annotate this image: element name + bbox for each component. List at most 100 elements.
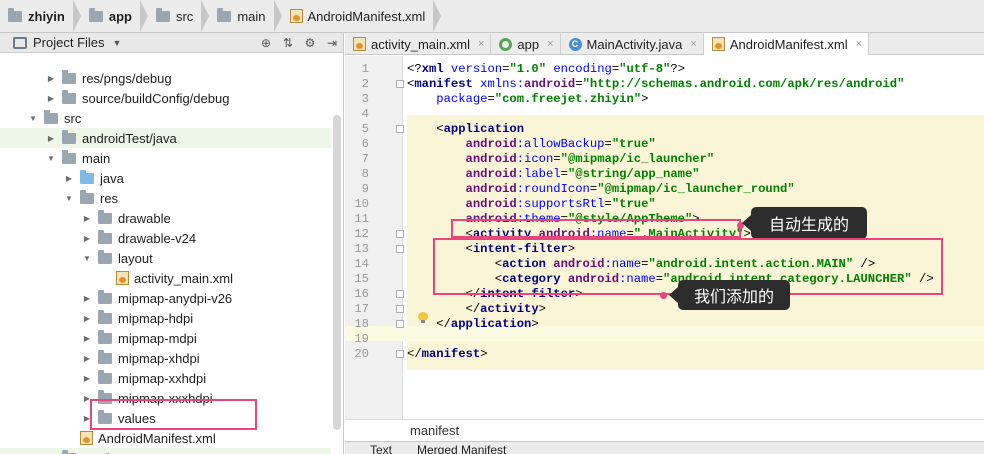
expanded-arrow-icon[interactable]: ▼ [46,154,56,163]
tab-label: AndroidManifest.xml [729,36,848,52]
line-number: 9 [361,182,369,196]
fold-marker-icon[interactable] [396,245,404,253]
tree-item[interactable]: ▼ main [0,148,331,168]
project-view-selector[interactable]: Project Files [33,35,105,50]
folder-icon [44,109,58,124]
tree-item-label: java [100,170,124,186]
close-icon[interactable]: × [547,38,553,50]
breadcrumb-project[interactable]: zhiyin [4,0,85,33]
xml-file-icon [116,271,129,285]
editor-tab[interactable]: C MainActivity.java × [561,33,704,55]
fold-marker-icon[interactable] [396,320,404,328]
fold-marker-icon[interactable] [396,305,404,313]
tree-item[interactable]: AndroidManifest.xml [0,428,331,448]
breadcrumb-label: app [108,8,132,24]
tree-scrollbar[interactable] [333,115,341,430]
editor-tab[interactable]: app × [491,33,561,55]
code-text: android:allowBackup="true" [407,137,656,152]
collapsed-arrow-icon[interactable]: ▶ [82,334,92,343]
tree-item-label: mipmap-xhdpi [118,350,200,366]
code-line: 4 [345,107,984,122]
code-token: = [553,152,561,166]
breadcrumb-src[interactable]: src [152,0,213,33]
tree-item[interactable]: ▶ drawable-v24 [0,228,331,248]
editor-tab[interactable]: AndroidManifest.xml × [703,33,870,55]
tree-item[interactable]: ▶ drawable [0,208,331,228]
code-token: "true" [611,137,656,151]
tree-item[interactable]: ▶ java [0,168,331,188]
editor-tab[interactable]: activity_main.xml × [345,33,492,55]
tree-item-label: mipmap-mdpi [118,330,197,346]
code-line: 8 android:label="@string/app_name" [345,167,984,182]
tree-item[interactable]: ▶test/java [0,448,331,454]
fold-marker-icon[interactable] [396,80,404,88]
tree-item[interactable]: ▼ layout [0,248,331,268]
tab-text[interactable]: Text [370,443,392,454]
expanded-arrow-icon[interactable]: ▼ [64,194,74,203]
line-number: 17 [354,302,369,316]
callout-anchor-dot [660,292,667,299]
code-token: android [465,137,517,151]
breadcrumb-main[interactable]: main [213,0,285,33]
code-token: :icon [516,152,554,166]
collapsed-arrow-icon[interactable]: ▶ [46,74,56,83]
breadcrumb-separator [139,0,148,32]
xml-path-label[interactable]: manifest [410,423,459,438]
tree-item[interactable]: activity_main.xml [0,268,331,288]
close-icon[interactable]: × [690,38,696,50]
collapsed-arrow-icon[interactable]: ▶ [82,294,92,303]
collapsed-arrow-icon[interactable]: ▶ [46,94,56,103]
code-line: 10 android:supportsRtl="true" [345,197,984,212]
tree-item-label: main [82,150,111,166]
collapsed-arrow-icon[interactable]: ▶ [64,174,74,183]
fold-marker-icon[interactable] [396,230,404,238]
collapse-all-icon[interactable]: ⇅ [277,36,299,50]
tree-item[interactable]: ▶ mipmap-hdpi [0,308,331,328]
folder-icon [8,7,22,22]
code-token: application [443,122,525,136]
code-token: < [407,122,444,136]
expanded-arrow-icon[interactable]: ▼ [82,254,92,263]
close-icon[interactable]: × [856,38,862,50]
code-token: = [575,77,583,91]
locate-icon[interactable]: ⊕ [255,36,277,50]
gear-icon[interactable]: ⚙ [299,36,321,50]
collapsed-arrow-icon[interactable]: ▶ [82,234,92,243]
code-line: 9 android:roundIcon="@mipmap/ic_launcher… [345,182,984,197]
editor-bottom-tabs: Text Merged Manifest [345,441,984,454]
fold-marker-icon[interactable] [396,290,404,298]
lightbulb-icon[interactable] [418,312,428,324]
tree-item[interactable]: ▶ mipmap-mdpi [0,328,331,348]
breadcrumb-file[interactable]: AndroidManifest.xml [286,0,446,33]
breadcrumb-module[interactable]: app [85,0,152,33]
fold-marker-icon[interactable] [396,350,404,358]
collapsed-arrow-icon[interactable]: ▶ [82,374,92,383]
collapsed-arrow-icon[interactable]: ▶ [82,354,92,363]
tree-item-label: source/buildConfig/debug [82,90,230,106]
close-icon[interactable]: × [478,38,484,50]
folder-icon [98,309,112,324]
code-editor[interactable]: 1 <?xml version="1.0" encoding="utf-8"?> 2… [345,56,984,419]
tree-item[interactable]: ▶ mipmap-anydpi-v26 [0,288,331,308]
code-token: > [538,302,546,316]
collapsed-arrow-icon[interactable]: ▶ [82,314,92,323]
chevron-down-icon[interactable]: ▼ [113,38,122,48]
tree-item[interactable]: ▶ source/buildConfig/debug [0,88,331,108]
tree-item[interactable]: ▼ res [0,188,331,208]
collapsed-arrow-icon[interactable]: ▶ [46,134,56,143]
collapsed-arrow-icon[interactable]: ▶ [82,214,92,223]
hide-panel-icon[interactable]: ⇥ [321,36,343,50]
code-text: android:icon="@mipmap/ic_launcher" [407,152,715,167]
fold-marker-icon[interactable] [396,125,404,133]
tree-item[interactable]: ▶ res/pngs/debug [0,68,331,88]
tree-item[interactable]: ▼ src [0,108,331,128]
tree-item[interactable]: ▶ androidTest/java [0,128,331,148]
tree-item[interactable]: ▶ mipmap-xxhdpi [0,368,331,388]
expanded-arrow-icon[interactable]: ▼ [28,114,38,123]
code-token: :roundIcon [516,182,590,196]
tab-merged-manifest[interactable]: Merged Manifest [417,443,506,454]
code-token: android [524,77,576,91]
tree-item[interactable]: ▶ mipmap-xhdpi [0,348,331,368]
